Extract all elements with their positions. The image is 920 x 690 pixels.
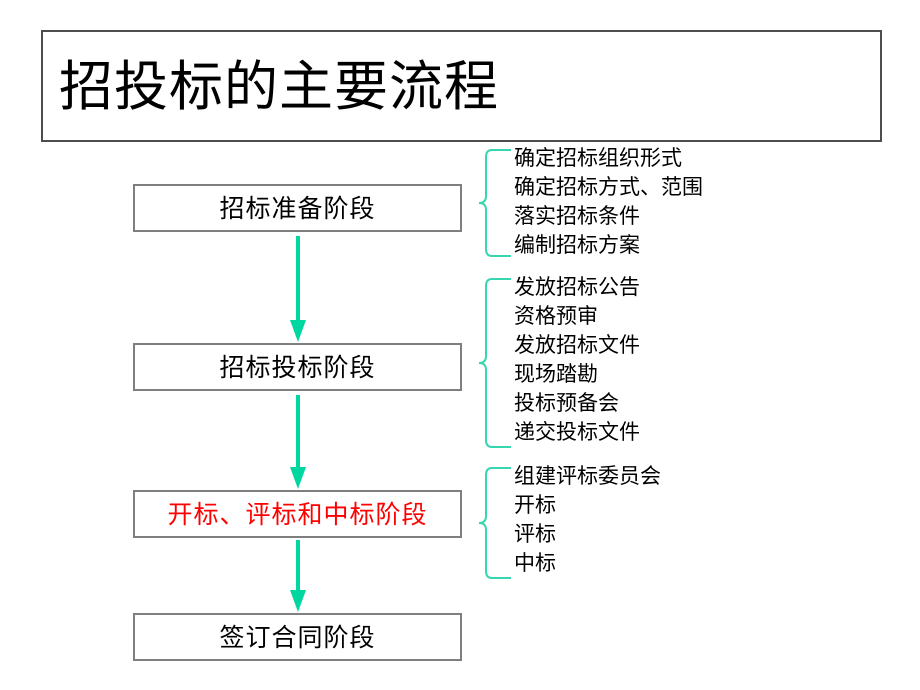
detail-list-preparation: 确定招标组织形式 确定招标方式、范围 落实招标条件 编制招标方案 xyxy=(514,144,894,260)
title-box: 招投标的主要流程 xyxy=(41,30,882,142)
list-item: 评标 xyxy=(514,522,556,546)
stage-box-evaluation[interactable]: 开标、评标和中标阶段 xyxy=(133,490,462,538)
stage-label: 开标、评标和中标阶段 xyxy=(167,499,428,529)
list-item: 确定招标方式、范围 xyxy=(514,175,703,199)
list-item: 发放招标文件 xyxy=(514,333,640,357)
list-item: 编制招标方案 xyxy=(514,233,640,257)
stage-box-bidding[interactable]: 招标投标阶段 xyxy=(133,343,462,391)
detail-list-evaluation: 组建评标委员会 开标 评标 中标 xyxy=(514,462,894,578)
list-item: 落实招标条件 xyxy=(514,204,640,228)
list-item: 确定招标组织形式 xyxy=(514,146,682,170)
stage-label: 签订合同阶段 xyxy=(219,622,376,652)
list-item: 组建评标委员会 xyxy=(514,464,661,488)
list-item: 发放招标公告 xyxy=(514,275,640,299)
down-arrow-icon xyxy=(288,232,308,343)
list-item: 资格预审 xyxy=(514,304,598,328)
curly-brace-icon xyxy=(478,277,512,449)
list-item: 递交投标文件 xyxy=(514,420,640,444)
stage-label: 招标准备阶段 xyxy=(219,193,376,223)
list-item: 中标 xyxy=(514,551,556,575)
stage-label: 招标投标阶段 xyxy=(219,352,376,382)
down-arrow-icon xyxy=(288,391,308,490)
down-arrow-icon xyxy=(288,538,308,613)
stage-box-contract[interactable]: 签订合同阶段 xyxy=(133,613,462,661)
stage-box-preparation[interactable]: 招标准备阶段 xyxy=(133,184,462,232)
list-item: 现场踏勘 xyxy=(514,362,598,386)
list-item: 开标 xyxy=(514,493,556,517)
curly-brace-icon xyxy=(478,466,512,580)
list-item: 投标预备会 xyxy=(514,391,619,415)
page-title: 招投标的主要流程 xyxy=(59,54,499,118)
detail-list-bidding: 发放招标公告 资格预审 发放招标文件 现场踏勘 投标预备会 递交投标文件 xyxy=(514,273,894,447)
curly-brace-icon xyxy=(478,148,512,258)
